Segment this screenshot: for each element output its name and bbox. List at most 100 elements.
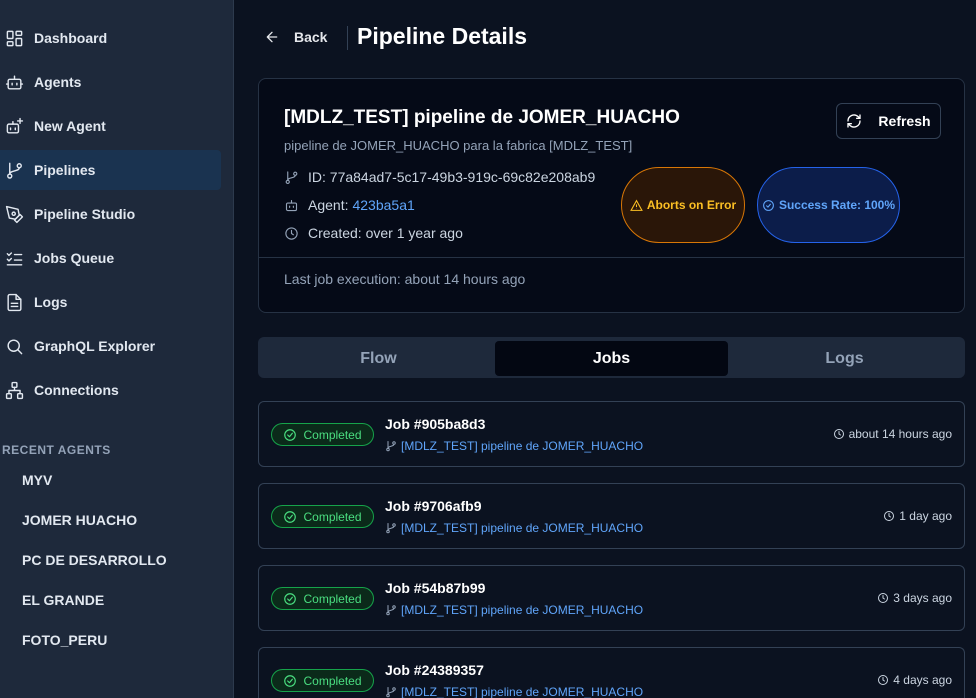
- status-badge: Completed: [271, 423, 374, 446]
- sidebar-item-dashboard[interactable]: Dashboard: [0, 18, 221, 58]
- header-divider: [347, 26, 348, 50]
- pipeline-id: ID: 77a84ad7-5c17-49b3-919c-69c82e208ab9: [308, 169, 596, 185]
- refresh-icon: [847, 114, 862, 128]
- job-title: Job #24389357: [385, 662, 484, 678]
- pen-tool-icon: [4, 204, 24, 224]
- job-row[interactable]: Completed Job #905ba8d3 [MDLZ_TEST] pipe…: [258, 401, 965, 467]
- recent-agent-item[interactable]: JOMER HUACHO: [22, 512, 137, 528]
- sidebar-item-label: GraphQL Explorer: [34, 338, 156, 354]
- bot-plus-icon: [4, 116, 24, 136]
- job-pipeline-link[interactable]: [MDLZ_TEST] pipeline de JOMER_HUACHO: [385, 603, 643, 617]
- sidebar-item-label: Dashboard: [34, 30, 108, 46]
- git-branch-icon: [386, 523, 396, 534]
- git-branch-icon: [285, 170, 298, 184]
- clock-icon: [878, 675, 889, 685]
- sidebar-item-label: Connections: [34, 382, 119, 398]
- clock-icon: [833, 429, 844, 439]
- clock-icon: [884, 511, 895, 521]
- success-rate-label: Success Rate: 100%: [778, 198, 896, 212]
- aborts-on-error-badge: Aborts on Error: [621, 167, 745, 243]
- pipeline-created: Created: over 1 year ago: [308, 225, 463, 241]
- search-icon: [4, 336, 24, 356]
- job-time-label: about 14 hours ago: [848, 427, 952, 441]
- check-circle-icon: [763, 199, 774, 211]
- job-time: 1 day ago: [883, 509, 952, 523]
- card-divider: [259, 257, 964, 258]
- check-circle-icon: [284, 428, 297, 441]
- status-badge: Completed: [271, 587, 374, 610]
- warning-icon: [629, 199, 643, 211]
- bot-icon: [4, 72, 24, 92]
- git-branch-icon: [386, 441, 396, 452]
- sidebar-item-label: Pipelines: [34, 162, 96, 178]
- pipeline-name: [MDLZ_TEST] pipeline de JOMER_HUACHO: [284, 107, 680, 128]
- git-branch-icon: [4, 160, 24, 180]
- success-rate-badge: Success Rate: 100%: [757, 167, 900, 243]
- refresh-button[interactable]: Refresh: [836, 103, 941, 139]
- recent-agent-item[interactable]: MYV: [22, 472, 52, 488]
- agent-prefix: Agent:: [308, 197, 349, 213]
- clock-icon: [285, 226, 298, 240]
- agent-link[interactable]: 423ba5a1: [352, 197, 414, 213]
- list-checks-icon: [4, 248, 24, 268]
- sidebar-item-agents[interactable]: Agents: [0, 62, 221, 102]
- job-row[interactable]: Completed Job #9706afb9 [MDLZ_TEST] pipe…: [258, 483, 965, 549]
- tab-bar: Flow Jobs Logs: [258, 337, 965, 378]
- sidebar-item-new-agent[interactable]: New Agent: [0, 106, 221, 146]
- job-pipeline-link[interactable]: [MDLZ_TEST] pipeline de JOMER_HUACHO: [385, 521, 643, 535]
- status-badge: Completed: [271, 505, 374, 528]
- job-time-label: 1 day ago: [899, 509, 952, 523]
- sidebar-item-connections[interactable]: Connections: [0, 370, 221, 410]
- last-execution: Last job execution: about 14 hours ago: [284, 271, 526, 287]
- job-row[interactable]: Completed Job #54b87b99 [MDLZ_TEST] pipe…: [258, 565, 965, 631]
- clock-icon: [878, 593, 889, 603]
- recent-agent-item[interactable]: PC DE DESARROLLO: [22, 552, 167, 568]
- recent-agent-item[interactable]: FOTO_PERU: [22, 632, 107, 648]
- sidebar-item-graphql-explorer[interactable]: GraphQL Explorer: [0, 326, 221, 366]
- network-icon: [4, 380, 24, 400]
- aborts-on-error-label: Aborts on Error: [646, 198, 737, 212]
- job-pipeline-link[interactable]: [MDLZ_TEST] pipeline de JOMER_HUACHO: [385, 439, 643, 453]
- job-time: about 14 hours ago: [833, 427, 952, 441]
- file-text-icon: [4, 292, 24, 312]
- status-label: Completed: [303, 591, 362, 606]
- sidebar-item-pipelines[interactable]: Pipelines: [0, 150, 221, 190]
- status-label: Completed: [303, 509, 362, 524]
- job-title: Job #9706afb9: [385, 498, 482, 514]
- sidebar-item-label: Pipeline Studio: [34, 206, 136, 222]
- job-time: 4 days ago: [877, 673, 952, 687]
- sidebar-item-jobs-queue[interactable]: Jobs Queue: [0, 238, 221, 278]
- job-pipeline-link[interactable]: [MDLZ_TEST] pipeline de JOMER_HUACHO: [385, 685, 643, 698]
- pipeline-info-card: [MDLZ_TEST] pipeline de JOMER_HUACHO pip…: [258, 78, 965, 313]
- job-time-label: 3 days ago: [893, 591, 952, 605]
- check-circle-icon: [284, 674, 297, 687]
- job-time-label: 4 days ago: [893, 673, 952, 687]
- job-pipeline-name: [MDLZ_TEST] pipeline de JOMER_HUACHO: [401, 685, 644, 698]
- job-row[interactable]: Completed Job #24389357 [MDLZ_TEST] pipe…: [258, 647, 965, 698]
- job-title: Job #54b87b99: [385, 580, 486, 596]
- back-label: Back: [294, 29, 328, 45]
- sidebar-item-pipeline-studio[interactable]: Pipeline Studio: [0, 194, 221, 234]
- dashboard-icon: [4, 28, 24, 48]
- sidebar-item-label: Agents: [34, 74, 82, 90]
- back-button[interactable]: Back: [264, 24, 327, 50]
- tab-logs[interactable]: Logs: [728, 341, 961, 376]
- tab-flow[interactable]: Flow: [262, 341, 495, 376]
- check-circle-icon: [284, 592, 297, 605]
- job-pipeline-name: [MDLZ_TEST] pipeline de JOMER_HUACHO: [401, 603, 644, 617]
- sidebar-item-label: New Agent: [34, 118, 106, 134]
- recent-agent-item[interactable]: EL GRANDE: [22, 592, 104, 608]
- refresh-label: Refresh: [878, 113, 931, 129]
- bot-icon: [285, 199, 298, 211]
- job-title: Job #905ba8d3: [385, 416, 486, 432]
- sidebar-item-logs[interactable]: Logs: [0, 282, 221, 322]
- pipeline-id-row: ID: 77a84ad7-5c17-49b3-919c-69c82e208ab9: [284, 169, 595, 185]
- pipeline-created-row: Created: over 1 year ago: [284, 225, 463, 241]
- check-circle-icon: [284, 510, 297, 523]
- page-title: Pipeline Details: [357, 23, 528, 49]
- git-branch-icon: [386, 687, 396, 698]
- tab-jobs[interactable]: Jobs: [495, 341, 728, 376]
- status-badge: Completed: [271, 669, 374, 692]
- git-branch-icon: [386, 605, 396, 616]
- recent-agents-heading: RECENT AGENTS: [2, 443, 111, 457]
